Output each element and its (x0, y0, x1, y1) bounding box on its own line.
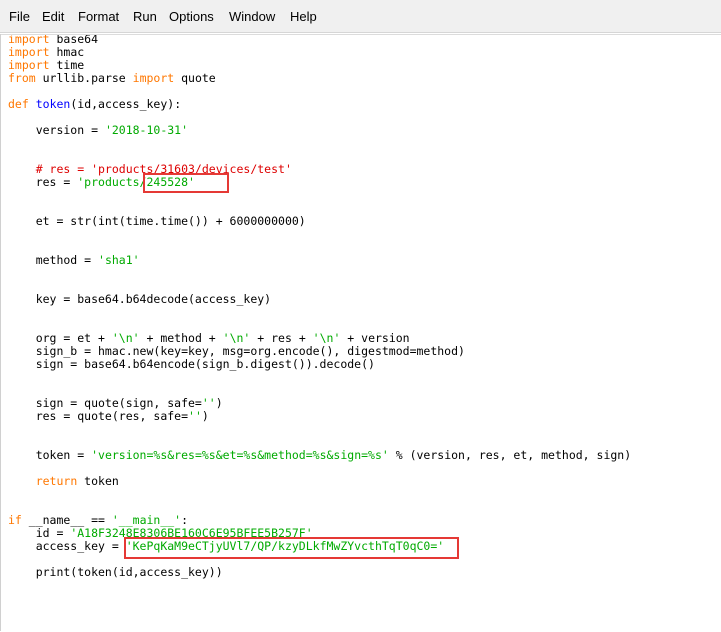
code-string: '\n' (312, 331, 341, 345)
code-line: method = 'sha1' (8, 254, 140, 267)
code-string: '' (188, 409, 202, 423)
code-line: res = 'products/245528' (8, 176, 195, 189)
code-keyword: import (8, 58, 50, 72)
code-text: __name__ == (21, 513, 112, 527)
code-text: ) (201, 409, 209, 423)
code-text: sign = base64.b64encode(sign_b.digest())… (8, 357, 375, 371)
code-line: et = str(int(time.time()) + 6000000000) (8, 215, 306, 228)
code-line: version = '2018-10-31' (8, 124, 188, 137)
code-line: sign = base64.b64encode(sign_b.digest())… (8, 358, 375, 371)
menu-bar: File Edit Format Run Options Window Help (0, 0, 721, 33)
code-keyword: if (8, 513, 22, 527)
code-text: time (49, 58, 85, 72)
menu-window[interactable]: Window (229, 0, 275, 33)
code-keyword: def (8, 97, 29, 111)
code-keyword: import (132, 71, 175, 85)
code-editor[interactable]: import base64 import hmac import time fr… (0, 34, 721, 632)
code-line: token = 'version=%s&res=%s&et=%s&method=… (8, 449, 631, 462)
menu-help[interactable]: Help (290, 0, 317, 33)
code-string: 'version=%s&res=%s&et=%s&method=%s&sign=… (91, 448, 389, 462)
code-text: id = (8, 526, 71, 540)
code-text: token (77, 474, 119, 488)
code-text: et = str(int(time.time()) + 6000000000) (8, 214, 306, 228)
code-line: return token (8, 475, 119, 488)
editor-left-border (0, 34, 1, 631)
code-string: 'KePqKaM9eCTjyUVl7/QP/kzyDLkfMwZYvcthTqT… (125, 539, 445, 553)
code-text: + version (340, 331, 410, 345)
code-string: '2018-10-31' (104, 123, 189, 137)
code-text: res = (8, 175, 78, 189)
menu-edit[interactable]: Edit (42, 0, 64, 33)
code-string: 'A18F3248E8306BE160C6E95BFEE5B257F' (70, 526, 313, 540)
code-string: '__main__' (111, 513, 182, 527)
code-line: from urllib.parse import quote (8, 72, 216, 85)
code-text: ) (215, 396, 223, 410)
code-text: print(token(id,access_key)) (8, 565, 223, 579)
code-text: token = (8, 448, 92, 462)
code-function-name: token (35, 97, 71, 111)
code-line: key = base64.b64decode(access_key) (8, 293, 271, 306)
code-keyword: return (35, 474, 78, 488)
code-line: access_key = 'KePqKaM9eCTjyUVl7/QP/kzyDL… (8, 539, 445, 553)
code-line: res = quote(res, safe='') (8, 410, 209, 423)
code-text: sign_b = hmac.new(key=key, msg=org.encod… (8, 344, 465, 358)
code-text: version = (8, 123, 105, 137)
code-string: 'products/245528' (77, 175, 195, 189)
code-string: 'sha1' (98, 253, 140, 267)
code-text: : (181, 513, 189, 527)
code-text: org = et + (8, 331, 112, 345)
code-text: access_key = (8, 539, 126, 553)
code-text: hmac (49, 45, 85, 59)
code-line: print(token(id,access_key)) (8, 566, 223, 579)
code-text: res = quote(res, safe= (8, 409, 189, 423)
code-text: urllib.parse (35, 71, 133, 85)
menu-options[interactable]: Options (169, 0, 214, 33)
code-string: '' (201, 396, 216, 410)
code-text: key = base64.b64decode(access_key) (8, 292, 272, 306)
code-text: sign = quote(sign, safe= (8, 396, 202, 410)
menu-file[interactable]: File (9, 0, 30, 33)
code-string: '\n' (222, 331, 251, 345)
code-text: quote (174, 71, 216, 85)
code-text: method = (8, 253, 99, 267)
code-text: (id,access_key): (70, 97, 182, 111)
code-text: % (version, res, et, method, sign) (388, 448, 632, 462)
code-keyword: import (8, 45, 50, 59)
code-line: def token(id,access_key): (8, 98, 181, 111)
menu-run[interactable]: Run (133, 0, 157, 33)
menu-format[interactable]: Format (78, 0, 119, 33)
code-text: + method + (139, 331, 223, 345)
code-keyword: from (8, 71, 36, 85)
code-text: + res + (250, 331, 313, 345)
code-comment: # res = 'products/31603/devices/test' (8, 162, 292, 176)
code-string: '\n' (111, 331, 140, 345)
